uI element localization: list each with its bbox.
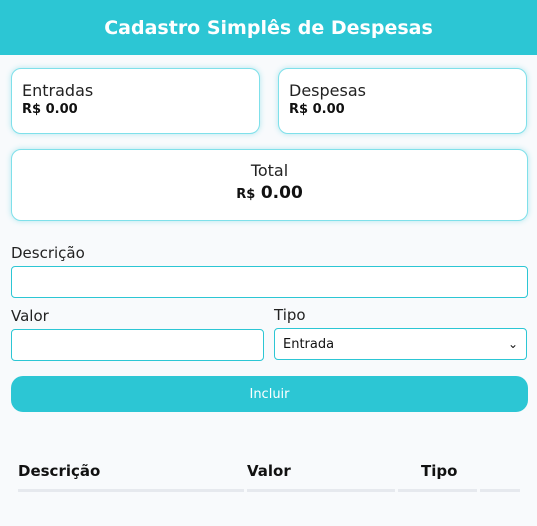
header-divider <box>18 489 244 492</box>
column-header-valor: Valor <box>247 462 291 480</box>
total-amount: R$ 0.00 <box>12 183 527 203</box>
entradas-label: Entradas <box>22 81 94 100</box>
despesas-card: Despesas R$ 0.00 <box>278 68 527 134</box>
header-divider <box>247 489 395 492</box>
column-header-tipo: Tipo <box>421 462 458 480</box>
chevron-down-icon: ⌄ <box>507 337 518 351</box>
descricao-input[interactable] <box>11 266 528 298</box>
header-divider <box>480 489 520 492</box>
tipo-selected-value: Entrada <box>283 336 335 352</box>
tipo-label: Tipo <box>274 306 306 324</box>
incluir-button-label: Incluir <box>249 386 290 402</box>
valor-input[interactable] <box>11 329 264 361</box>
total-value: 0.00 <box>260 183 303 203</box>
app-title: Cadastro Simplês de Despesas <box>104 16 433 39</box>
header-divider <box>398 489 477 492</box>
valor-label: Valor <box>11 307 49 325</box>
column-header-descricao: Descrição <box>18 462 101 480</box>
incluir-button[interactable]: Incluir <box>11 376 528 412</box>
tipo-select[interactable]: Entrada ⌄ <box>274 328 527 360</box>
descricao-label: Descrição <box>11 244 85 262</box>
despesas-label: Despesas <box>289 81 366 100</box>
app-header: Cadastro Simplês de Despesas <box>0 0 537 55</box>
total-currency: R$ <box>236 187 256 202</box>
total-label: Total <box>250 161 289 180</box>
despesas-amount: R$ 0.00 <box>289 102 345 117</box>
entradas-amount: R$ 0.00 <box>22 102 78 117</box>
entradas-card: Entradas R$ 0.00 <box>11 68 260 134</box>
total-card: Total R$ 0.00 <box>11 149 528 221</box>
